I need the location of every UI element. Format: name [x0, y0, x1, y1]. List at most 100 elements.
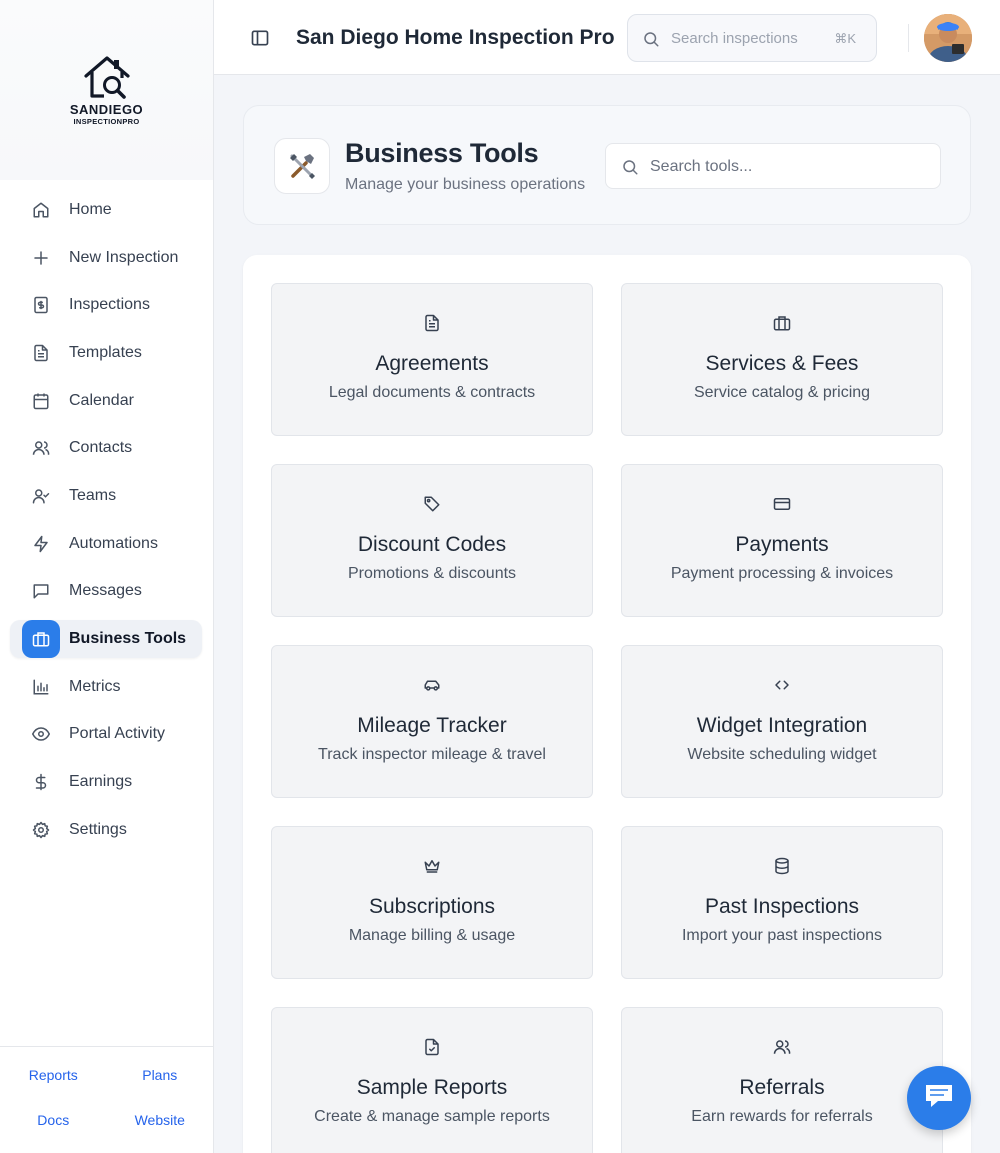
sidebar-item-metrics[interactable]: Metrics	[0, 663, 213, 711]
page-title: Business Tools	[345, 138, 539, 168]
app-title: San Diego Home Inspection Pro	[296, 26, 615, 49]
sidebar-item-contacts[interactable]: Contacts	[0, 424, 213, 472]
eye-icon	[30, 723, 52, 745]
sidebar-item-home[interactable]: Home	[0, 186, 213, 234]
tools-icon	[274, 138, 330, 194]
sidebar-item-label: Calendar	[69, 391, 134, 409]
tool-card-description: Import your past inspections	[681, 927, 883, 944]
search-icon	[621, 158, 639, 181]
footer-link-plans[interactable]: Plans	[107, 1067, 214, 1112]
tool-card-widget-integration[interactable]: Widget Integration Website scheduling wi…	[621, 645, 943, 798]
tag-icon	[272, 495, 592, 515]
sidebar-item-label: New Inspection	[69, 248, 179, 266]
tool-card-description: Payment processing & invoices	[670, 565, 894, 582]
tool-card-mileage-tracker[interactable]: Mileage Tracker Track inspector mileage …	[271, 645, 593, 798]
divider	[908, 24, 909, 52]
tool-card-referrals[interactable]: Referrals Earn rewards for referrals	[621, 1007, 943, 1153]
tool-card-agreements[interactable]: Agreements Legal documents & contracts	[271, 283, 593, 436]
tool-card-title: Payments	[735, 533, 829, 556]
sidebar-item-label: Messages	[69, 582, 142, 600]
sidebar-toggle-icon[interactable]	[250, 28, 270, 48]
topbar: San Diego Home Inspection Pro Search ins…	[214, 0, 1000, 75]
tools-search-input[interactable]	[650, 154, 930, 180]
file-text-icon	[30, 342, 52, 364]
code-icon	[622, 676, 942, 696]
sidebar-item-label: Metrics	[69, 677, 121, 695]
user-avatar[interactable]	[924, 14, 972, 62]
message-icon	[30, 580, 52, 602]
search-placeholder: Search inspections...	[671, 30, 799, 47]
keyboard-shortcut-hint: ⌘K	[834, 31, 856, 46]
car-icon	[272, 676, 592, 696]
chat-bubble-icon	[924, 1082, 954, 1115]
logo[interactable]: SANDIEGO INSPECTIONPRO	[0, 0, 213, 180]
sidebar-item-teams[interactable]: Teams	[0, 472, 213, 520]
sidebar-item-templates[interactable]: Templates	[0, 329, 213, 377]
user-check-icon	[30, 485, 52, 507]
calendar-icon	[30, 390, 52, 412]
global-search-input[interactable]: Search inspections... ⌘K	[627, 14, 877, 62]
crown-icon	[272, 857, 592, 877]
tool-card-description: Track inspector mileage & travel	[318, 746, 546, 763]
users-icon	[30, 437, 52, 459]
sidebar-item-label: Teams	[69, 486, 117, 504]
file-text-icon	[272, 314, 592, 334]
sidebar-item-earnings[interactable]: Earnings	[0, 758, 213, 806]
tool-card-title: Services & Fees	[705, 352, 859, 375]
sidebar-item-calendar[interactable]: Calendar	[0, 377, 213, 425]
tool-card-description: Legal documents & contracts	[328, 384, 536, 401]
tools-grid: Agreements Legal documents & contracts S…	[243, 255, 971, 1153]
sidebar: SANDIEGO INSPECTIONPRO Home New Inspecti…	[0, 0, 214, 1153]
sidebar-item-portal-activity[interactable]: Portal Activity	[0, 711, 213, 759]
page-header: Business Tools Manage your business oper…	[243, 105, 971, 225]
logo-wordmark-line1: SANDIEGO	[69, 102, 144, 117]
briefcase-icon	[22, 620, 60, 659]
sidebar-item-label: Inspections	[69, 296, 150, 314]
sidebar-nav: Home New Inspection Inspections Template…	[0, 186, 213, 854]
tool-card-subscriptions[interactable]: Subscriptions Manage billing & usage	[271, 826, 593, 979]
plus-icon	[30, 247, 52, 269]
tool-card-description: Manage billing & usage	[348, 927, 516, 944]
tool-card-title: Referrals	[739, 1076, 825, 1099]
sidebar-item-label: Business Tools	[69, 630, 187, 648]
tool-card-description: Service catalog & pricing	[693, 384, 871, 401]
sidebar-item-business-tools[interactable]: Business Tools	[0, 615, 213, 663]
tool-card-description: Website scheduling widget	[687, 746, 877, 763]
chat-button[interactable]	[907, 1066, 971, 1130]
sidebar-item-automations[interactable]: Automations	[0, 520, 213, 568]
dollar-icon	[30, 771, 52, 793]
sidebar-item-inspections[interactable]: Inspections	[0, 281, 213, 329]
tool-card-description: Promotions & discounts	[347, 565, 517, 582]
search-icon	[642, 30, 660, 53]
page-subtitle: Manage your business operations	[345, 176, 586, 193]
house-search-logo-icon	[83, 56, 130, 99]
tool-card-payments[interactable]: Payments Payment processing & invoices	[621, 464, 943, 617]
tool-card-title: Widget Integration	[696, 714, 868, 737]
briefcase-icon	[622, 314, 942, 334]
credit-card-icon	[622, 495, 942, 515]
gear-icon	[30, 819, 52, 841]
footer-link-website[interactable]: Website	[107, 1112, 214, 1153]
tool-card-title: Discount Codes	[357, 533, 507, 556]
footer-link-reports[interactable]: Reports	[0, 1067, 107, 1112]
logo-wordmark-line2: INSPECTIONPRO	[73, 117, 140, 126]
sidebar-item-settings[interactable]: Settings	[0, 806, 213, 854]
users-icon	[622, 1038, 942, 1058]
tool-card-title: Sample Reports	[356, 1076, 508, 1099]
document-dollar-icon	[30, 294, 52, 316]
footer-link-docs[interactable]: Docs	[0, 1112, 107, 1153]
tool-card-services-fees[interactable]: Services & Fees Service catalog & pricin…	[621, 283, 943, 436]
sidebar-item-new-inspection[interactable]: New Inspection	[0, 234, 213, 282]
sidebar-item-label: Automations	[69, 534, 158, 552]
tool-card-discount-codes[interactable]: Discount Codes Promotions & discounts	[271, 464, 593, 617]
sidebar-footer: Reports Plans Docs Website	[0, 1046, 213, 1153]
tool-card-description: Create & manage sample reports	[314, 1108, 550, 1125]
tool-card-description: Earn rewards for referrals	[691, 1108, 873, 1125]
tool-card-sample-reports[interactable]: Sample Reports Create & manage sample re…	[271, 1007, 593, 1153]
sidebar-item-label: Portal Activity	[69, 725, 166, 743]
sidebar-item-label: Earnings	[69, 773, 133, 791]
sidebar-item-messages[interactable]: Messages	[0, 568, 213, 616]
tool-card-past-inspections[interactable]: Past Inspections Import your past inspec…	[621, 826, 943, 979]
tool-card-title: Subscriptions	[368, 895, 496, 918]
tool-card-title: Past Inspections	[704, 895, 860, 918]
